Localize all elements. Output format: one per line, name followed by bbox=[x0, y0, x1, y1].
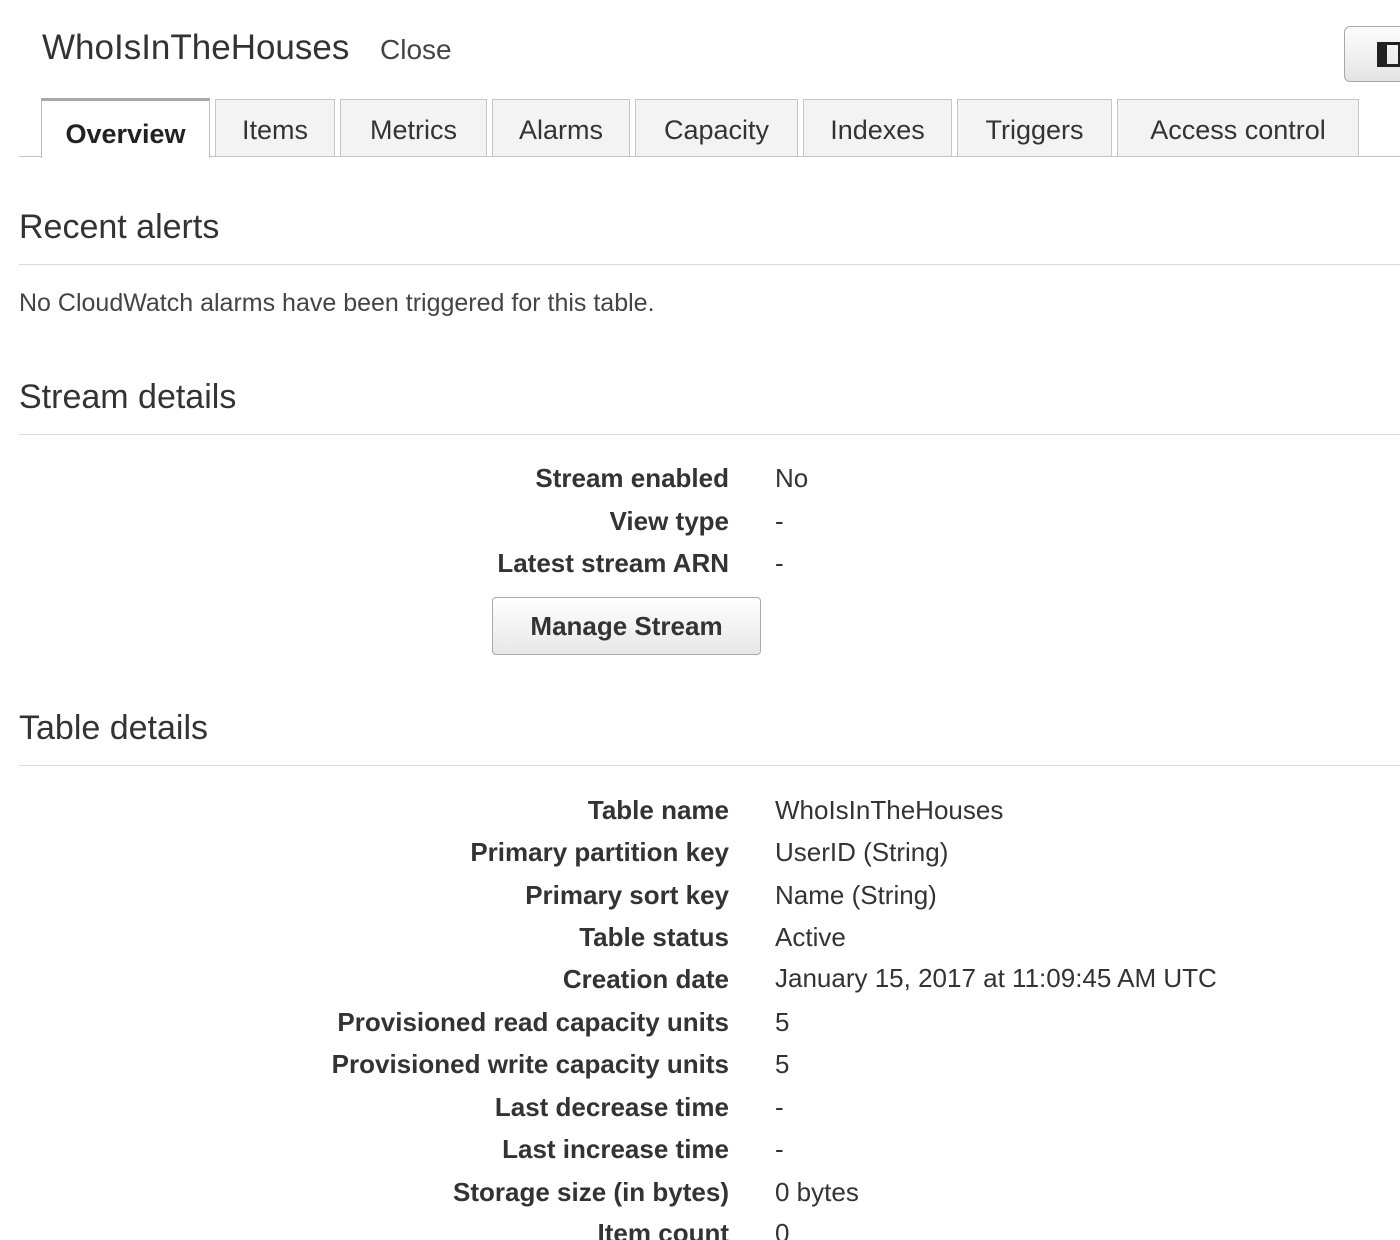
stream-details-heading: Stream details bbox=[19, 378, 237, 416]
primary-partition-key-label: Primary partition key bbox=[470, 837, 729, 867]
table-name-value: WhoIsInTheHouses bbox=[775, 795, 1004, 825]
primary-sort-key-label: Primary sort key bbox=[525, 880, 729, 910]
tab-bar: Overview Items Metrics Alarms Capacity I… bbox=[0, 98, 1400, 158]
view-type-label: View type bbox=[609, 506, 729, 536]
storage-size-value: 0 bytes bbox=[775, 1177, 859, 1207]
recent-alerts-message: No CloudWatch alarms have been triggered… bbox=[19, 289, 655, 317]
tab-access-control[interactable]: Access control bbox=[1117, 99, 1359, 156]
last-decrease-time-label: Last decrease time bbox=[494, 1092, 729, 1122]
tab-metrics[interactable]: Metrics bbox=[340, 99, 487, 156]
tab-indexes[interactable]: Indexes bbox=[803, 99, 952, 156]
table-status-label: Table status bbox=[579, 922, 729, 952]
item-count-value: 0 bbox=[775, 1218, 790, 1240]
dynamodb-table-page: WhoIsInTheHouses Close Overview Items Me… bbox=[0, 0, 1400, 1240]
recent-alerts-heading: Recent alerts bbox=[19, 208, 220, 246]
provisioned-read-capacity-label: Provisioned read capacity units bbox=[337, 1007, 729, 1037]
table-details-divider bbox=[19, 765, 1400, 766]
view-type-value: - bbox=[775, 506, 784, 536]
latest-stream-arn-label: Latest stream ARN bbox=[497, 548, 729, 578]
provisioned-read-capacity-value: 5 bbox=[775, 1007, 790, 1037]
storage-size-label: Storage size (in bytes) bbox=[453, 1177, 729, 1207]
table-title: WhoIsInTheHouses bbox=[42, 28, 350, 67]
item-count-label: Item count bbox=[597, 1218, 729, 1240]
table-details-heading: Table details bbox=[19, 709, 209, 747]
recent-alerts-divider bbox=[19, 264, 1400, 265]
primary-partition-key-value: UserID (String) bbox=[775, 837, 949, 867]
table-status-value: Active bbox=[775, 922, 846, 952]
last-increase-time-value: - bbox=[775, 1134, 784, 1164]
creation-date-label: Creation date bbox=[562, 964, 729, 994]
manage-stream-button[interactable]: Manage Stream bbox=[492, 597, 761, 655]
tab-items[interactable]: Items bbox=[215, 99, 335, 156]
provisioned-write-capacity-label: Provisioned write capacity units bbox=[331, 1049, 729, 1079]
stream-enabled-value: No bbox=[775, 463, 809, 493]
primary-sort-key-value: Name (String) bbox=[775, 880, 937, 910]
tab-overview[interactable]: Overview bbox=[41, 98, 210, 158]
table-header: WhoIsInTheHouses Close bbox=[0, 0, 1400, 98]
tab-triggers[interactable]: Triggers bbox=[957, 99, 1112, 156]
creation-date-value: January 15, 2017 at 11:09:45 AM UTC bbox=[775, 963, 1217, 993]
tab-alarms[interactable]: Alarms bbox=[492, 99, 630, 156]
provisioned-write-capacity-value: 5 bbox=[775, 1049, 790, 1079]
tab-capacity[interactable]: Capacity bbox=[635, 99, 798, 156]
latest-stream-arn-value: - bbox=[775, 548, 784, 578]
close-link[interactable]: Close bbox=[380, 32, 452, 68]
stream-details-divider bbox=[19, 434, 1400, 435]
last-increase-time-label: Last increase time bbox=[502, 1134, 729, 1164]
last-decrease-time-value: - bbox=[775, 1092, 784, 1122]
panel-toggle-icon bbox=[1377, 42, 1400, 67]
table-name-label: Table name bbox=[587, 795, 729, 825]
panel-toggle-button[interactable] bbox=[1344, 26, 1400, 82]
stream-enabled-label: Stream enabled bbox=[535, 463, 729, 493]
